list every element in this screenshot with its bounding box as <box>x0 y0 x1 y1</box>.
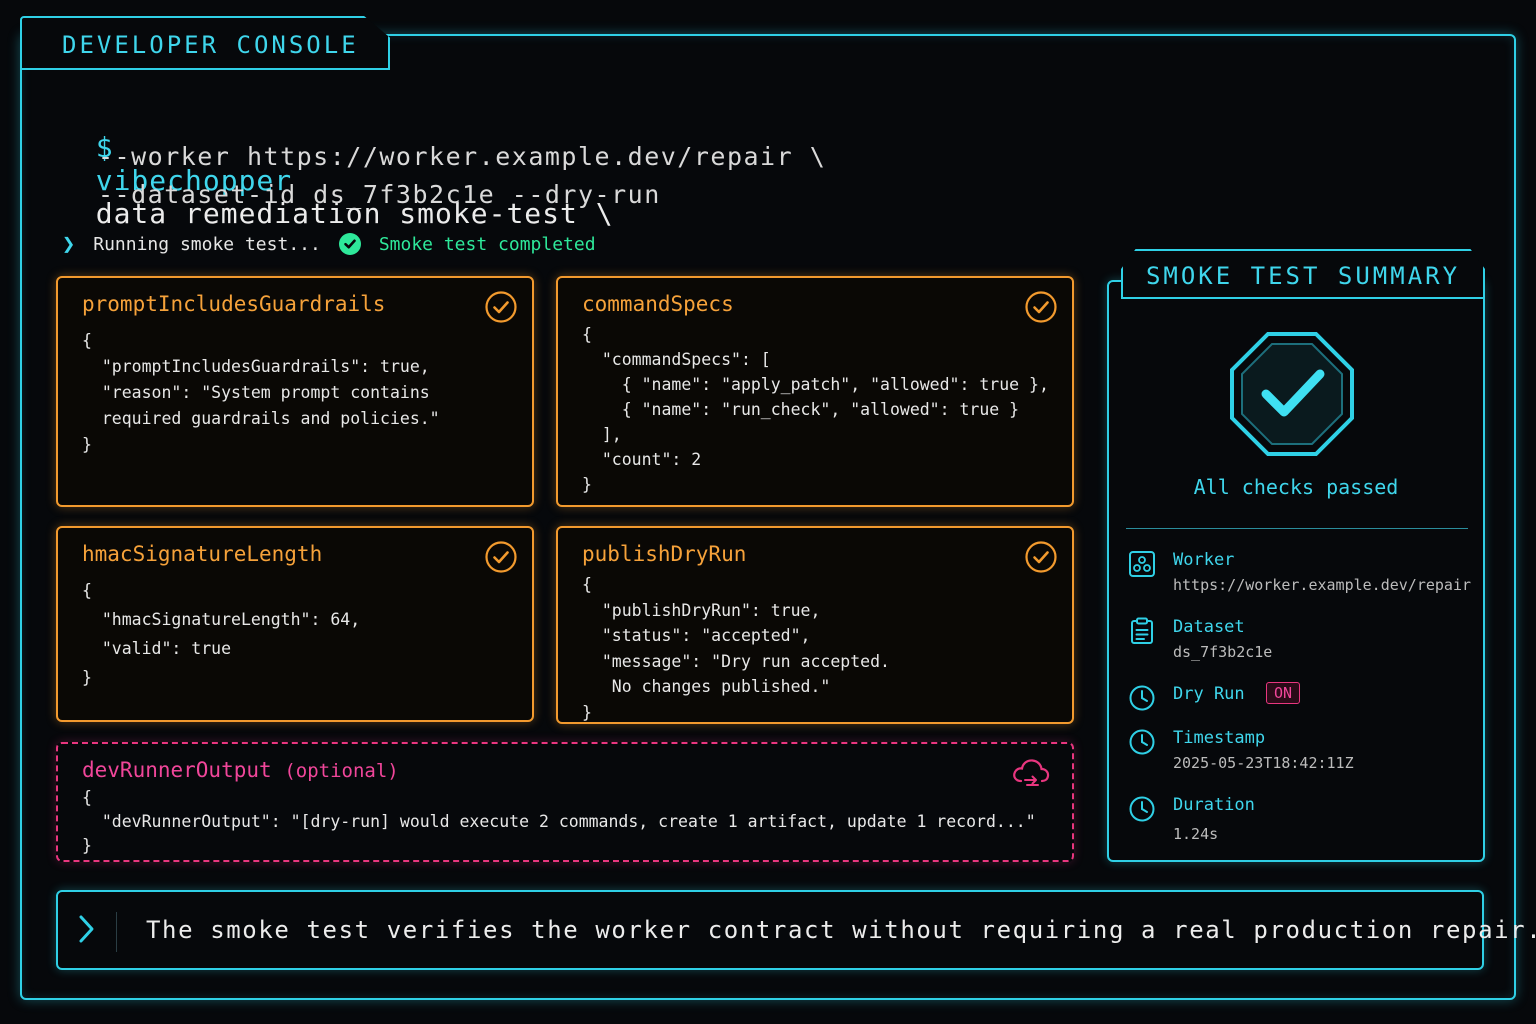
footer-text: The smoke test verifies the worker contr… <box>146 916 1536 944</box>
worker-icon <box>1129 551 1155 577</box>
octagon-check-icon <box>1230 332 1354 456</box>
duration-label: Duration <box>1173 795 1255 815</box>
card-title: devRunnerOutput (optional) <box>82 758 399 782</box>
optional-card-dev-runner[interactable]: devRunnerOutput (optional) { "devRunnerO… <box>56 742 1074 862</box>
card-title: publishDryRun <box>582 542 747 566</box>
check-card-command-specs[interactable]: commandSpecs { "commandSpecs": [ { "name… <box>556 276 1074 507</box>
timestamp-label: Timestamp <box>1173 728 1266 748</box>
check-circle-icon <box>485 291 517 323</box>
footer-note: The smoke test verifies the worker contr… <box>56 890 1536 970</box>
card-title: promptIncludesGuardrails <box>82 292 386 316</box>
summary-result: All checks passed <box>1193 475 1399 499</box>
card-json: { "promptIncludesGuardrails": true, "rea… <box>82 331 440 454</box>
status-row: ❯ Running smoke test... Smoke test compl… <box>62 231 596 257</box>
console-title: DEVELOPER CONSOLE <box>62 31 359 59</box>
card-title: hmacSignatureLength <box>82 542 323 566</box>
card-title: commandSpecs <box>582 292 734 316</box>
card-json: { "hmacSignatureLength": 64, "valid": tr… <box>82 581 361 687</box>
check-circle-icon <box>1025 541 1057 573</box>
check-circle-icon <box>338 233 361 255</box>
optional-tag: (optional) <box>284 760 399 782</box>
check-card-hmac[interactable]: hmacSignatureLength { "hmacSignatureLeng… <box>56 526 534 722</box>
status-running: Running smoke test... <box>93 233 321 255</box>
card-title-text: devRunnerOutput <box>82 758 272 782</box>
dataset-value[interactable]: ds_7f3b2c1e <box>1173 643 1272 661</box>
worker-label: Worker <box>1173 550 1235 570</box>
clock-icon <box>1129 729 1155 755</box>
dry-run-badge: ON <box>1266 682 1301 704</box>
timestamp-value: 2025-05-23T18:42:11Z <box>1173 754 1354 772</box>
dataset-label: Dataset <box>1173 617 1245 637</box>
summary-title: SMOKE TEST SUMMARY <box>1145 262 1461 290</box>
clock-icon <box>1129 685 1155 711</box>
footer-divider <box>116 912 117 952</box>
check-card-guardrails[interactable]: promptIncludesGuardrails { "promptInclud… <box>56 276 534 507</box>
summary-divider <box>1126 528 1468 529</box>
chevron-right-icon <box>79 915 94 943</box>
check-circle-icon <box>1025 291 1057 323</box>
dry-run-label: Dry Run <box>1173 684 1245 704</box>
check-card-publish-dry-run[interactable]: publishDryRun { "publishDryRun": true, "… <box>556 526 1074 724</box>
card-json: { "publishDryRun": true, "status": "acce… <box>582 575 890 722</box>
clock-icon <box>1129 796 1155 822</box>
cloud-sync-icon <box>1013 759 1050 786</box>
card-json: { "commandSpecs": [ { "name": "apply_pat… <box>582 325 1049 494</box>
card-json: { "devRunnerOutput": "[dry-run] would ex… <box>82 788 1036 855</box>
clipboard-icon <box>1131 617 1153 644</box>
check-circle-icon <box>485 541 517 573</box>
duration-value: 1.24s <box>1173 825 1219 843</box>
status-completed: Smoke test completed <box>378 233 596 255</box>
chevron-right-icon: ❯ <box>62 231 76 257</box>
command-line-3[interactable]: --dataset-id ds_7f3b2c1e --dry-run <box>98 180 661 209</box>
command-line-2[interactable]: --worker https://worker.example.dev/repa… <box>98 142 826 171</box>
worker-value[interactable]: https://worker.example.dev/repair <box>1173 576 1471 594</box>
